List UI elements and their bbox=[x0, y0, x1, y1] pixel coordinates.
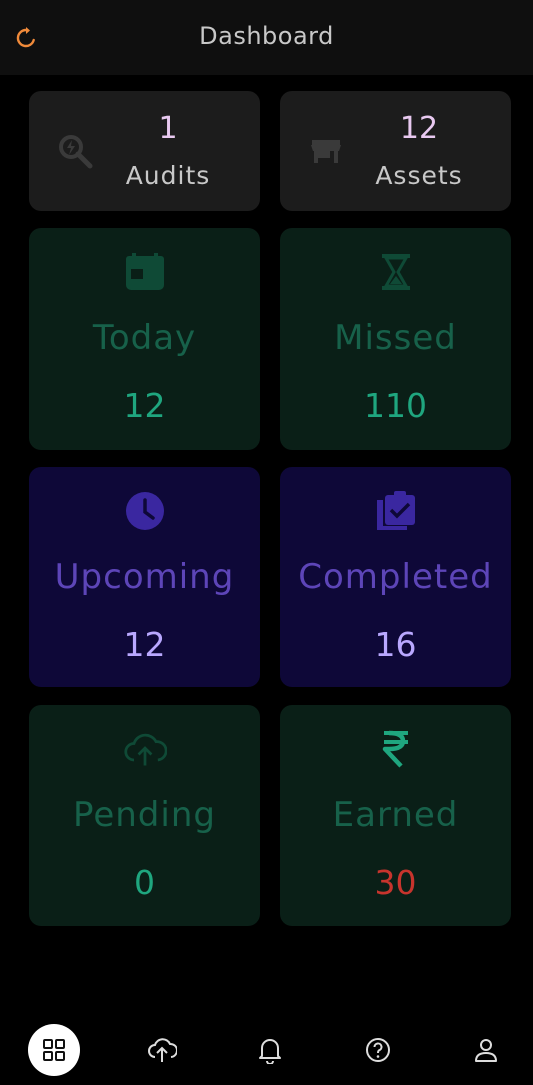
pending-tile[interactable]: Pending 0 bbox=[29, 705, 260, 926]
help-icon bbox=[366, 1038, 390, 1062]
upcoming-tile[interactable]: Upcoming 12 bbox=[29, 467, 260, 687]
upcoming-value: 12 bbox=[123, 625, 166, 664]
app-header: Dashboard bbox=[0, 0, 533, 75]
pending-value: 0 bbox=[134, 863, 155, 902]
missed-tile[interactable]: Missed 110 bbox=[280, 228, 511, 450]
page-title: Dashboard bbox=[199, 22, 334, 50]
today-tile[interactable]: Today 12 bbox=[29, 228, 260, 450]
earned-tile[interactable]: Earned 30 bbox=[280, 705, 511, 926]
dashboard-grid-icon bbox=[43, 1039, 65, 1061]
completed-tile[interactable]: Completed 16 bbox=[280, 467, 511, 687]
earned-value: 30 bbox=[374, 863, 417, 902]
upload-icon bbox=[148, 1038, 177, 1062]
cloud-upload-icon bbox=[123, 727, 167, 771]
bell-icon bbox=[259, 1039, 281, 1064]
missed-value: 110 bbox=[364, 386, 427, 425]
audits-label: Audits bbox=[125, 161, 211, 190]
bottom-nav bbox=[0, 1020, 533, 1085]
missed-label: Missed bbox=[334, 318, 457, 358]
calendar-icon bbox=[123, 250, 167, 294]
audits-card[interactable]: 1 Audits bbox=[29, 91, 260, 211]
completed-value: 16 bbox=[374, 625, 417, 664]
nav-dashboard[interactable] bbox=[28, 1024, 80, 1076]
pending-label: Pending bbox=[73, 795, 216, 835]
nav-profile[interactable] bbox=[460, 1024, 512, 1076]
clock-icon bbox=[123, 489, 167, 533]
nav-notifications[interactable] bbox=[244, 1024, 296, 1076]
clipboard-check-icon bbox=[374, 489, 418, 533]
user-icon bbox=[475, 1039, 497, 1062]
completed-label: Completed bbox=[298, 557, 493, 597]
today-label: Today bbox=[92, 318, 197, 358]
store-icon bbox=[311, 140, 341, 163]
assets-count: 12 bbox=[399, 111, 439, 146]
earned-label: Earned bbox=[332, 795, 459, 835]
audit-search-icon bbox=[59, 135, 93, 169]
hourglass-icon bbox=[374, 250, 418, 294]
today-value: 12 bbox=[123, 386, 166, 425]
rupee-icon bbox=[374, 727, 418, 771]
nav-help[interactable] bbox=[352, 1024, 404, 1076]
upcoming-label: Upcoming bbox=[54, 557, 235, 597]
audits-count: 1 bbox=[158, 111, 178, 146]
assets-label: Assets bbox=[375, 161, 463, 190]
nav-upload[interactable] bbox=[136, 1024, 188, 1076]
assets-card[interactable]: 12 Assets bbox=[280, 91, 511, 211]
